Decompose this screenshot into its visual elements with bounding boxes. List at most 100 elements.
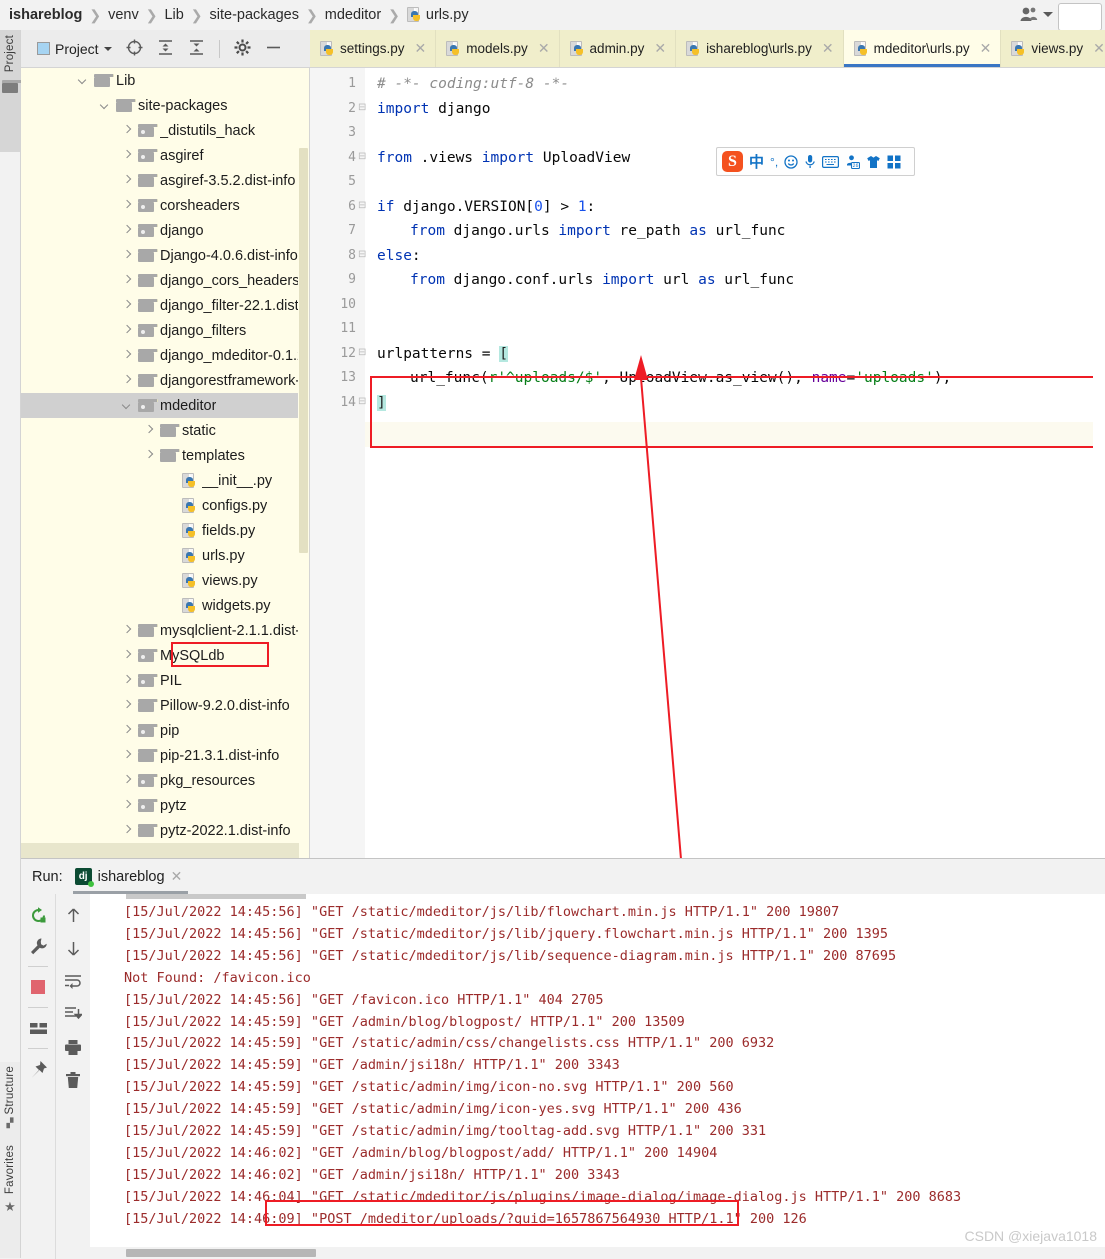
tree-item-asgiref-3-5-2-dist-info[interactable]: asgiref-3.5.2.dist-info: [21, 168, 309, 193]
tree-item-mdeditor[interactable]: mdeditor: [21, 393, 309, 418]
chevron-right-icon[interactable]: [123, 276, 132, 285]
chevron-right-icon[interactable]: [123, 376, 132, 385]
chevron-right-icon[interactable]: [123, 651, 132, 660]
window-controls-placeholder[interactable]: [1058, 3, 1102, 31]
console-top-scrollbar[interactable]: [126, 894, 306, 899]
tree-item-lib[interactable]: Lib: [21, 68, 309, 93]
run-configuration-tab[interactable]: dj ishareblog ✕: [73, 868, 189, 885]
editor-tab-ishareblog-urls-py[interactable]: ishareblog\urls.py✕: [676, 30, 844, 67]
tree-item-fields-py[interactable]: fields.py: [21, 518, 309, 543]
tree-horizontal-scrollbar[interactable]: [21, 843, 299, 858]
editor-vertical-scrollbar[interactable]: [1093, 68, 1105, 858]
tree-item-urls-py[interactable]: urls.py: [21, 543, 309, 568]
chevron-right-icon[interactable]: [123, 351, 132, 360]
scroll-up-icon[interactable]: [62, 904, 84, 926]
expand-all-icon[interactable]: [157, 39, 174, 59]
chevron-down-icon[interactable]: [79, 76, 88, 85]
chevron-right-icon[interactable]: [123, 776, 132, 785]
tree-item-widgets-py[interactable]: widgets.py: [21, 593, 309, 618]
tree-item-djangorestframework-3-13-1-dist-info[interactable]: djangorestframework-3.13.1.dist-info: [21, 368, 309, 393]
scroll-down-icon[interactable]: [62, 937, 84, 959]
chevron-right-icon[interactable]: [123, 301, 132, 310]
sidebar-tool-project[interactable]: Project: [0, 30, 21, 152]
close-icon[interactable]: ✕: [171, 868, 183, 885]
chevron-right-icon[interactable]: [123, 826, 132, 835]
chevron-right-icon[interactable]: [123, 801, 132, 810]
toolbox-icon[interactable]: [887, 155, 901, 169]
editor-gutter[interactable]: 12⊟34⊟56⊟78⊟9101112⊟1314⊟: [310, 68, 365, 858]
tree-item-mysqldb[interactable]: MySQLdb: [21, 643, 309, 668]
breadcrumb-item-0[interactable]: ishareblog: [9, 7, 82, 23]
printer-icon[interactable]: [62, 1036, 84, 1058]
user-center-icon[interactable]: 26: [845, 154, 860, 169]
tree-item-configs-py[interactable]: configs.py: [21, 493, 309, 518]
tree-item-static[interactable]: static: [21, 418, 309, 443]
tree-item--distutils-hack[interactable]: _distutils_hack: [21, 118, 309, 143]
chevron-right-icon[interactable]: [123, 751, 132, 760]
wrench-icon[interactable]: [27, 935, 49, 957]
soft-keyboard-icon[interactable]: [822, 156, 839, 168]
close-icon[interactable]: ✕: [415, 40, 427, 57]
breadcrumb-item-1[interactable]: venv: [108, 7, 139, 23]
sidebar-tool-structure-label[interactable]: Structure: [4, 1066, 16, 1114]
project-tree[interactable]: Libsite-packages_distutils_hackasgirefas…: [21, 68, 310, 858]
chevron-down-icon[interactable]: [101, 101, 110, 110]
sogou-ime-toolbar[interactable]: S 中 °, 26: [716, 147, 915, 176]
skin-icon[interactable]: [866, 155, 881, 169]
close-icon[interactable]: ✕: [1093, 40, 1105, 57]
chevron-right-icon[interactable]: [145, 426, 154, 435]
chevron-down-icon[interactable]: [123, 401, 132, 410]
breadcrumb-file[interactable]: urls.py: [407, 7, 469, 23]
close-icon[interactable]: ✕: [538, 40, 550, 57]
editor-tab-models-py[interactable]: models.py✕: [436, 30, 559, 67]
tree-item-mysqlclient-2-1-1-dist-info[interactable]: mysqlclient-2.1.1.dist-info: [21, 618, 309, 643]
breadcrumb-item-4[interactable]: mdeditor: [325, 7, 381, 23]
rerun-icon[interactable]: [27, 904, 49, 926]
punctuation-icon[interactable]: °,: [770, 155, 778, 169]
breadcrumb-item-2[interactable]: Lib: [164, 7, 183, 23]
chevron-right-icon[interactable]: [123, 251, 132, 260]
chevron-right-icon[interactable]: [123, 151, 132, 160]
chevron-right-icon[interactable]: [123, 676, 132, 685]
tree-item-pip-21-3-1-dist-info[interactable]: pip-21.3.1.dist-info: [21, 743, 309, 768]
stop-icon[interactable]: [27, 976, 49, 998]
close-icon[interactable]: ✕: [980, 40, 992, 57]
tree-item-templates[interactable]: templates: [21, 443, 309, 468]
tree-item-django-mdeditor-0-1-20-dist-info[interactable]: django_mdeditor-0.1.20.dist-info: [21, 343, 309, 368]
code-content[interactable]: # -*- coding:utf-8 -*-import djangofrom …: [365, 68, 1105, 858]
close-icon[interactable]: ✕: [654, 40, 666, 57]
chevron-right-icon[interactable]: [123, 326, 132, 335]
chevron-right-icon[interactable]: [123, 226, 132, 235]
minus-icon[interactable]: [265, 39, 282, 59]
console-scrollbar-thumb[interactable]: [126, 1249, 316, 1257]
chevron-right-icon[interactable]: [123, 126, 132, 135]
chevron-right-icon[interactable]: [123, 726, 132, 735]
user-account-menu[interactable]: [1020, 6, 1053, 22]
scroll-to-end-icon[interactable]: [62, 1003, 84, 1025]
tree-item-django-filter-22-1-dist-info[interactable]: django_filter-22.1.dist-info: [21, 293, 309, 318]
trash-icon[interactable]: [62, 1069, 84, 1091]
breadcrumb-item-3[interactable]: site-packages: [210, 7, 299, 23]
gear-icon[interactable]: [234, 39, 251, 59]
editor-tab-mdeditor-urls-py[interactable]: mdeditor\urls.py✕: [844, 30, 1002, 67]
voice-input-icon[interactable]: [804, 154, 816, 169]
tree-item-site-packages[interactable]: site-packages: [21, 93, 309, 118]
tree-item-django-cors-headers-3-13-0-dist-info[interactable]: django_cors_headers-3.13.0.dist-info: [21, 268, 309, 293]
layout-icon[interactable]: [27, 1017, 49, 1039]
chinese-mode-icon[interactable]: 中: [749, 151, 764, 172]
tree-scrollbar-thumb[interactable]: [299, 148, 308, 553]
tree-item-pip[interactable]: pip: [21, 718, 309, 743]
sidebar-tool-favorites-label[interactable]: Favorites: [4, 1145, 16, 1194]
chevron-right-icon[interactable]: [145, 451, 154, 460]
tree-item-pkg-resources[interactable]: pkg_resources: [21, 768, 309, 793]
tree-item-corsheaders[interactable]: corsheaders: [21, 193, 309, 218]
collapse-all-icon[interactable]: [188, 39, 205, 59]
console-horizontal-scrollbar[interactable]: [90, 1247, 1105, 1259]
emoji-icon[interactable]: [784, 155, 798, 169]
tree-vertical-scrollbar[interactable]: [298, 68, 309, 858]
close-icon[interactable]: ✕: [822, 40, 834, 57]
chevron-right-icon[interactable]: [123, 201, 132, 210]
pin-icon[interactable]: [27, 1058, 49, 1080]
soft-wrap-icon[interactable]: [62, 970, 84, 992]
editor-tab-views-py[interactable]: views.py✕: [1001, 30, 1105, 67]
